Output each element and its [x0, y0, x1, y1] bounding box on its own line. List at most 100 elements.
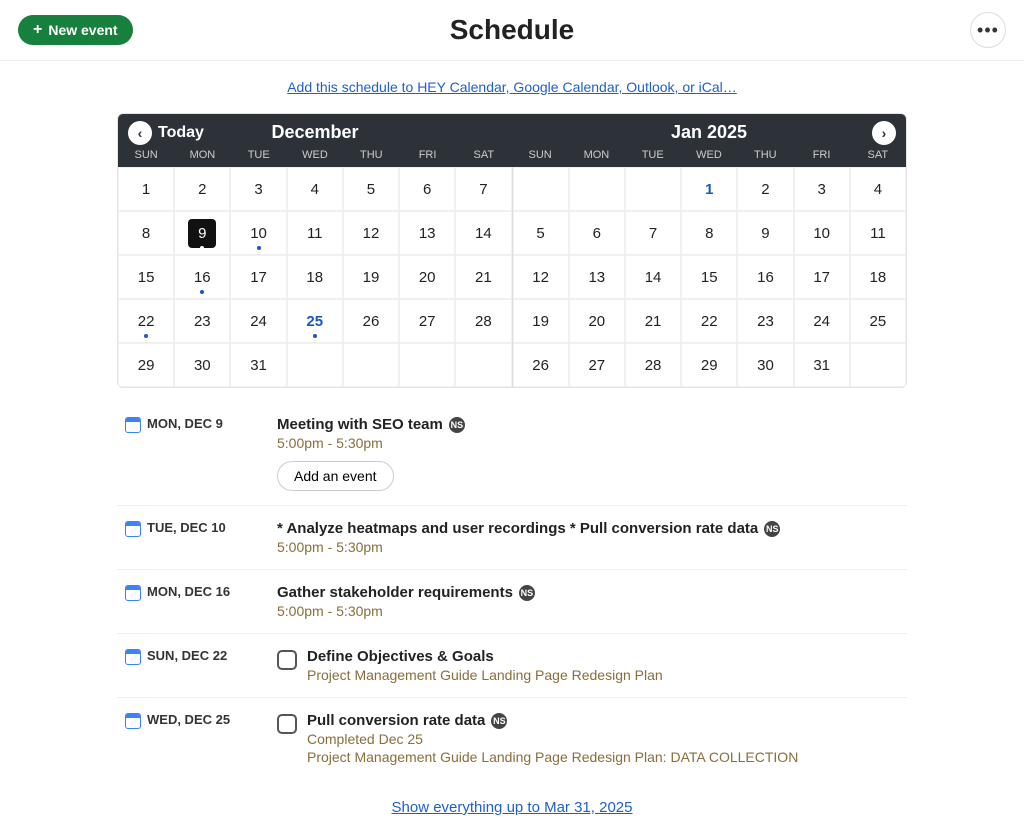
calendar-day[interactable]: 1: [681, 167, 737, 211]
agenda-title[interactable]: Meeting with SEO teamNS: [277, 416, 899, 433]
agenda-title[interactable]: * Analyze heatmaps and user recordings *…: [277, 520, 899, 537]
calendar-day[interactable]: 11: [287, 211, 343, 255]
calendar-day[interactable]: 22: [681, 299, 737, 343]
day-number: 20: [588, 313, 605, 330]
calendar-day[interactable]: 5: [343, 167, 399, 211]
calendar-day[interactable]: 19: [343, 255, 399, 299]
dow-label: TUE: [625, 149, 681, 161]
dow-label: SAT: [456, 149, 512, 161]
calendar-day[interactable]: 21: [455, 255, 511, 299]
agenda-title[interactable]: Define Objectives & Goals: [307, 648, 663, 665]
calendar-day[interactable]: 8: [681, 211, 737, 255]
calendar-day: [513, 167, 569, 211]
calendar-day[interactable]: 17: [794, 255, 850, 299]
calendar-day[interactable]: 13: [569, 255, 625, 299]
calendar-day[interactable]: 25: [287, 299, 343, 343]
calendar-day[interactable]: 28: [625, 343, 681, 387]
day-number: 29: [138, 357, 155, 374]
calendar-day[interactable]: 12: [513, 255, 569, 299]
calendar-day[interactable]: 18: [287, 255, 343, 299]
calendar-day[interactable]: 28: [455, 299, 511, 343]
day-number: 6: [593, 225, 601, 242]
calendar-day[interactable]: 3: [230, 167, 286, 211]
todo-checkbox[interactable]: [277, 650, 297, 670]
event-dot-icon: [200, 290, 204, 294]
calendar-day[interactable]: 13: [399, 211, 455, 255]
calendar-day: [625, 167, 681, 211]
calendar-day[interactable]: 27: [569, 343, 625, 387]
day-number: 2: [198, 181, 206, 198]
calendar-day[interactable]: 16: [737, 255, 793, 299]
calendar-day[interactable]: 20: [399, 255, 455, 299]
agenda-body: Define Objectives & GoalsProject Managem…: [277, 648, 899, 683]
calendar-day[interactable]: 20: [569, 299, 625, 343]
calendar-day[interactable]: 29: [118, 343, 174, 387]
add-schedule-link[interactable]: Add this schedule to HEY Calendar, Googl…: [117, 79, 907, 95]
calendar-day[interactable]: 19: [513, 299, 569, 343]
calendar-day[interactable]: 14: [455, 211, 511, 255]
calendar-day[interactable]: 6: [569, 211, 625, 255]
calendar-day[interactable]: 30: [174, 343, 230, 387]
calendar-day[interactable]: 24: [230, 299, 286, 343]
calendar-day[interactable]: 15: [681, 255, 737, 299]
author-badge: NS: [449, 417, 465, 433]
day-number: 27: [588, 357, 605, 374]
calendar-day[interactable]: 11: [850, 211, 906, 255]
calendar-day[interactable]: 25: [850, 299, 906, 343]
calendar-day[interactable]: 30: [737, 343, 793, 387]
calendar-icon: [125, 521, 141, 537]
calendar-day[interactable]: 26: [513, 343, 569, 387]
dow-label: SAT: [850, 149, 906, 161]
agenda-row: TUE, DEC 10* Analyze heatmaps and user r…: [117, 505, 907, 569]
calendar-day[interactable]: 4: [287, 167, 343, 211]
calendar-day[interactable]: 10: [230, 211, 286, 255]
calendar-day[interactable]: 18: [850, 255, 906, 299]
day-number: 10: [813, 225, 830, 242]
prev-month-button[interactable]: ‹: [128, 121, 152, 145]
calendar-day[interactable]: 16: [174, 255, 230, 299]
calendar-day[interactable]: 2: [174, 167, 230, 211]
agenda-body: * Analyze heatmaps and user recordings *…: [277, 520, 899, 555]
new-event-button[interactable]: + New event: [18, 15, 133, 45]
calendar-day[interactable]: 7: [625, 211, 681, 255]
calendar-day[interactable]: 31: [794, 343, 850, 387]
calendar-day[interactable]: 17: [230, 255, 286, 299]
calendar-day[interactable]: 29: [681, 343, 737, 387]
agenda-title[interactable]: Pull conversion rate dataNS: [307, 712, 798, 729]
calendar-day[interactable]: 21: [625, 299, 681, 343]
day-number: 25: [306, 313, 323, 330]
calendar-day[interactable]: 31: [230, 343, 286, 387]
event-dot-icon: [313, 334, 317, 338]
calendar-day[interactable]: 5: [513, 211, 569, 255]
calendar-day[interactable]: 27: [399, 299, 455, 343]
today-button[interactable]: Today: [158, 124, 204, 142]
calendar-day[interactable]: 8: [118, 211, 174, 255]
calendar-day[interactable]: 3: [794, 167, 850, 211]
day-number: 18: [306, 269, 323, 286]
calendar-day[interactable]: 7: [455, 167, 511, 211]
add-event-button[interactable]: Add an event: [277, 461, 394, 491]
calendar-day[interactable]: 22: [118, 299, 174, 343]
calendar-day[interactable]: 23: [174, 299, 230, 343]
calendar-day[interactable]: 1: [118, 167, 174, 211]
calendar-day[interactable]: 9: [737, 211, 793, 255]
calendar-day[interactable]: 6: [399, 167, 455, 211]
todo-checkbox[interactable]: [277, 714, 297, 734]
calendar-day[interactable]: 2: [737, 167, 793, 211]
calendar-day[interactable]: 10: [794, 211, 850, 255]
calendar-day[interactable]: 26: [343, 299, 399, 343]
calendar-day[interactable]: 23: [737, 299, 793, 343]
calendar-day[interactable]: 15: [118, 255, 174, 299]
calendar-day[interactable]: 24: [794, 299, 850, 343]
day-number: 9: [188, 219, 216, 248]
agenda-title[interactable]: Gather stakeholder requirementsNS: [277, 584, 899, 601]
calendar-day[interactable]: 12: [343, 211, 399, 255]
next-month-button[interactable]: ›: [872, 121, 896, 145]
day-number: 21: [475, 269, 492, 286]
more-menu-button[interactable]: •••: [970, 12, 1006, 48]
calendar-day[interactable]: 4: [850, 167, 906, 211]
calendar-day[interactable]: 14: [625, 255, 681, 299]
day-number: 7: [479, 181, 487, 198]
calendar-day[interactable]: 9: [174, 211, 230, 255]
dow-label: SUN: [118, 149, 174, 161]
